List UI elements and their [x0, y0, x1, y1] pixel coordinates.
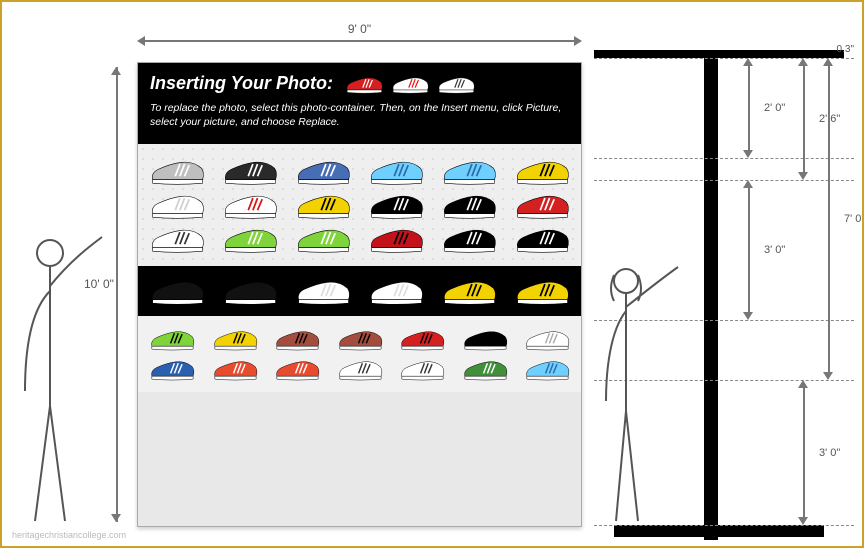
dimension-top-label: 9' 0"	[137, 22, 582, 36]
shoe-icon	[523, 356, 571, 382]
shoe-icon	[273, 326, 321, 352]
panel-title: Inserting Your Photo:	[150, 73, 569, 95]
shoe-icon	[221, 224, 279, 254]
dimension-r5-label: 3' 0"	[819, 447, 840, 459]
shoe-icon	[273, 356, 321, 382]
dimension-left: 10' 0"	[102, 67, 132, 522]
dimension-offset-label: 0.3"	[837, 44, 854, 55]
shoe-row	[148, 326, 571, 352]
shoe-icon	[148, 356, 196, 382]
shoe-grid-lower	[138, 316, 581, 392]
shoe-icon	[513, 156, 571, 186]
shoe-icon	[148, 224, 206, 254]
panel-title-text: Inserting Your Photo:	[150, 73, 333, 93]
structure-vertical-post	[704, 50, 718, 540]
shoe-icon	[211, 326, 259, 352]
display-panel: Inserting Your Photo: To replace the pho…	[137, 62, 582, 527]
diagram-stage: 9' 0" 10' 0" Inserting Your Photo: To re…	[0, 0, 864, 548]
shoe-icon	[461, 326, 509, 352]
shoe-row-black	[148, 276, 571, 306]
shoe-icon	[440, 156, 498, 186]
shoe-icon	[440, 276, 498, 306]
dimension-top-line	[137, 36, 582, 46]
shoe-icon	[367, 156, 425, 186]
shoe-icon	[148, 156, 206, 186]
panel-instructions: To replace the photo, select this photo-…	[150, 101, 569, 129]
shoe-icon	[294, 156, 352, 186]
shoe-icon	[513, 190, 571, 220]
shoe-icon	[367, 224, 425, 254]
figure-female	[592, 261, 682, 531]
shoe-icon	[336, 356, 384, 382]
dimension-r1-label: 2' 0"	[764, 102, 785, 114]
shoe-row	[148, 224, 571, 254]
shoe-icon	[461, 356, 509, 382]
shoe-icon	[398, 356, 446, 382]
shoe-icon	[398, 326, 446, 352]
shoe-icon	[336, 326, 384, 352]
shoe-row	[148, 356, 571, 382]
shoe-icon	[367, 276, 425, 306]
shoe-icon	[513, 224, 571, 254]
shoe-icon	[294, 190, 352, 220]
shoe-icon	[148, 190, 206, 220]
dimension-r3-label: 3' 0"	[764, 244, 785, 256]
shoe-icon	[440, 190, 498, 220]
shoe-icon	[344, 73, 384, 95]
shoe-icon	[390, 73, 430, 95]
watermark-text: heritagechristiancollege.com	[12, 530, 126, 540]
dimension-r3: 3' 0"	[734, 180, 764, 320]
shoe-icon	[148, 276, 206, 306]
shoe-icon	[221, 190, 279, 220]
shoe-icon	[436, 73, 476, 95]
shoe-grid-upper	[138, 144, 581, 266]
shoe-icon	[513, 276, 571, 306]
shoe-icon	[148, 326, 196, 352]
dimension-top: 9' 0"	[137, 22, 582, 50]
shoe-icon	[211, 356, 259, 382]
structure-top-bar	[594, 50, 844, 58]
dimension-r4-label: 7' 0"	[844, 213, 864, 225]
shoe-icon	[440, 224, 498, 254]
shoe-icon	[294, 276, 352, 306]
shoe-strip-black	[138, 266, 581, 316]
panel-header: Inserting Your Photo: To replace the pho…	[138, 63, 581, 144]
shoe-icon	[294, 224, 352, 254]
shoe-icon	[523, 326, 571, 352]
dimension-r4: 7' 0"	[814, 58, 844, 380]
shoe-row	[148, 190, 571, 220]
dimension-r1: 2' 0"	[734, 58, 764, 158]
shoe-icon	[221, 156, 279, 186]
header-shoe-row	[344, 73, 476, 95]
dimension-r5: 3' 0"	[789, 380, 819, 525]
shoe-icon	[367, 190, 425, 220]
shoe-icon	[221, 276, 279, 306]
figure-male	[10, 231, 105, 531]
shoe-row	[148, 156, 571, 186]
